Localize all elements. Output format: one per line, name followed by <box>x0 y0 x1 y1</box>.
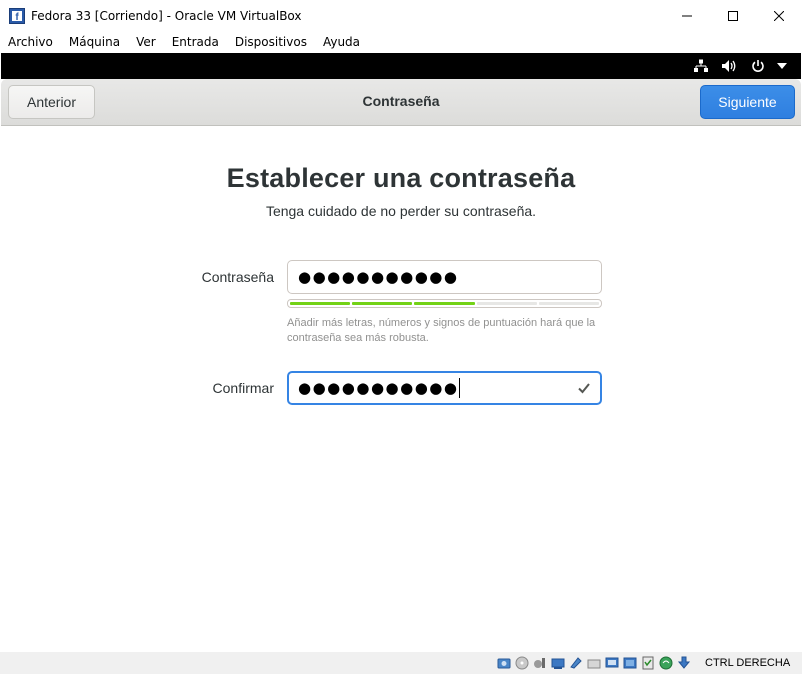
shared-folder-icon[interactable] <box>586 655 602 671</box>
menu-ver[interactable]: Ver <box>136 35 156 49</box>
network-adapter-icon[interactable] <box>550 655 566 671</box>
page-subtitle: Tenga cuidado de no perder su contraseña… <box>265 203 537 219</box>
maximize-icon <box>728 10 738 21</box>
display-icon[interactable] <box>604 655 620 671</box>
window-controls <box>664 0 802 31</box>
menu-maquina[interactable]: Máquina <box>69 35 120 49</box>
strength-segment <box>290 302 351 305</box>
setup-header: Anterior Contraseña Siguiente <box>1 79 801 126</box>
confirm-value: ●●●●●●●●●●● <box>298 379 459 397</box>
minimize-icon <box>682 15 692 16</box>
password-label: Contraseña <box>201 269 274 285</box>
power-icon[interactable] <box>749 57 767 75</box>
password-field[interactable]: ●●●●●●●●●●● <box>287 260 602 294</box>
page-title: Establecer una contraseña <box>226 163 576 193</box>
maximize-button[interactable] <box>710 0 756 31</box>
password-strength-bar <box>287 299 602 308</box>
close-icon <box>774 10 784 21</box>
host-key-label: CTRL DERECHA <box>705 657 791 669</box>
password-value: ●●●●●●●●●●● <box>298 268 459 286</box>
status-icons <box>496 655 692 671</box>
menu-entrada[interactable]: Entrada <box>172 35 219 49</box>
virtualbox-icon: f <box>9 7 25 24</box>
menu-archivo[interactable]: Archivo <box>8 35 53 49</box>
close-button[interactable] <box>756 0 802 31</box>
vbox-statusbar: CTRL DERECHA <box>0 652 802 674</box>
checkmark-icon <box>578 383 590 394</box>
next-button[interactable]: Siguiente <box>700 85 795 119</box>
strength-segment <box>538 302 600 305</box>
virtualization-icon[interactable] <box>640 655 656 671</box>
header-title: Contraseña <box>362 93 440 109</box>
menubar: Archivo Máquina Ver Entrada Dispositivos… <box>0 31 802 53</box>
window-title: Fedora 33 [Corriendo] - Oracle VM Virtua… <box>31 8 302 23</box>
window-titlebar[interactable]: f Fedora 33 [Corriendo] - Oracle VM Virt… <box>0 0 802 31</box>
password-hint: Añadir más letras, números y signos de p… <box>287 317 596 344</box>
mouse-integration-icon[interactable] <box>658 655 674 671</box>
text-caret <box>459 378 461 398</box>
guest-topbar <box>1 53 801 79</box>
hard-disk-icon[interactable] <box>496 655 512 671</box>
strength-segment <box>352 302 413 305</box>
network-icon[interactable] <box>692 57 710 75</box>
audio-icon[interactable] <box>532 655 548 671</box>
menu-ayuda[interactable]: Ayuda <box>323 35 360 49</box>
volume-icon[interactable] <box>720 57 738 75</box>
confirm-label: Confirmar <box>212 380 274 396</box>
keyboard-icon[interactable] <box>676 655 692 671</box>
strength-segment <box>476 302 537 305</box>
chevron-down-icon[interactable] <box>773 57 791 75</box>
optical-drive-icon[interactable] <box>514 655 530 671</box>
video-capture-icon[interactable] <box>622 655 638 671</box>
menu-dispositivos[interactable]: Dispositivos <box>235 35 307 49</box>
strength-segment <box>414 302 475 305</box>
usb-icon[interactable] <box>568 655 584 671</box>
confirm-field[interactable]: ●●●●●●●●●●● <box>287 371 602 405</box>
minimize-button[interactable] <box>664 0 710 31</box>
